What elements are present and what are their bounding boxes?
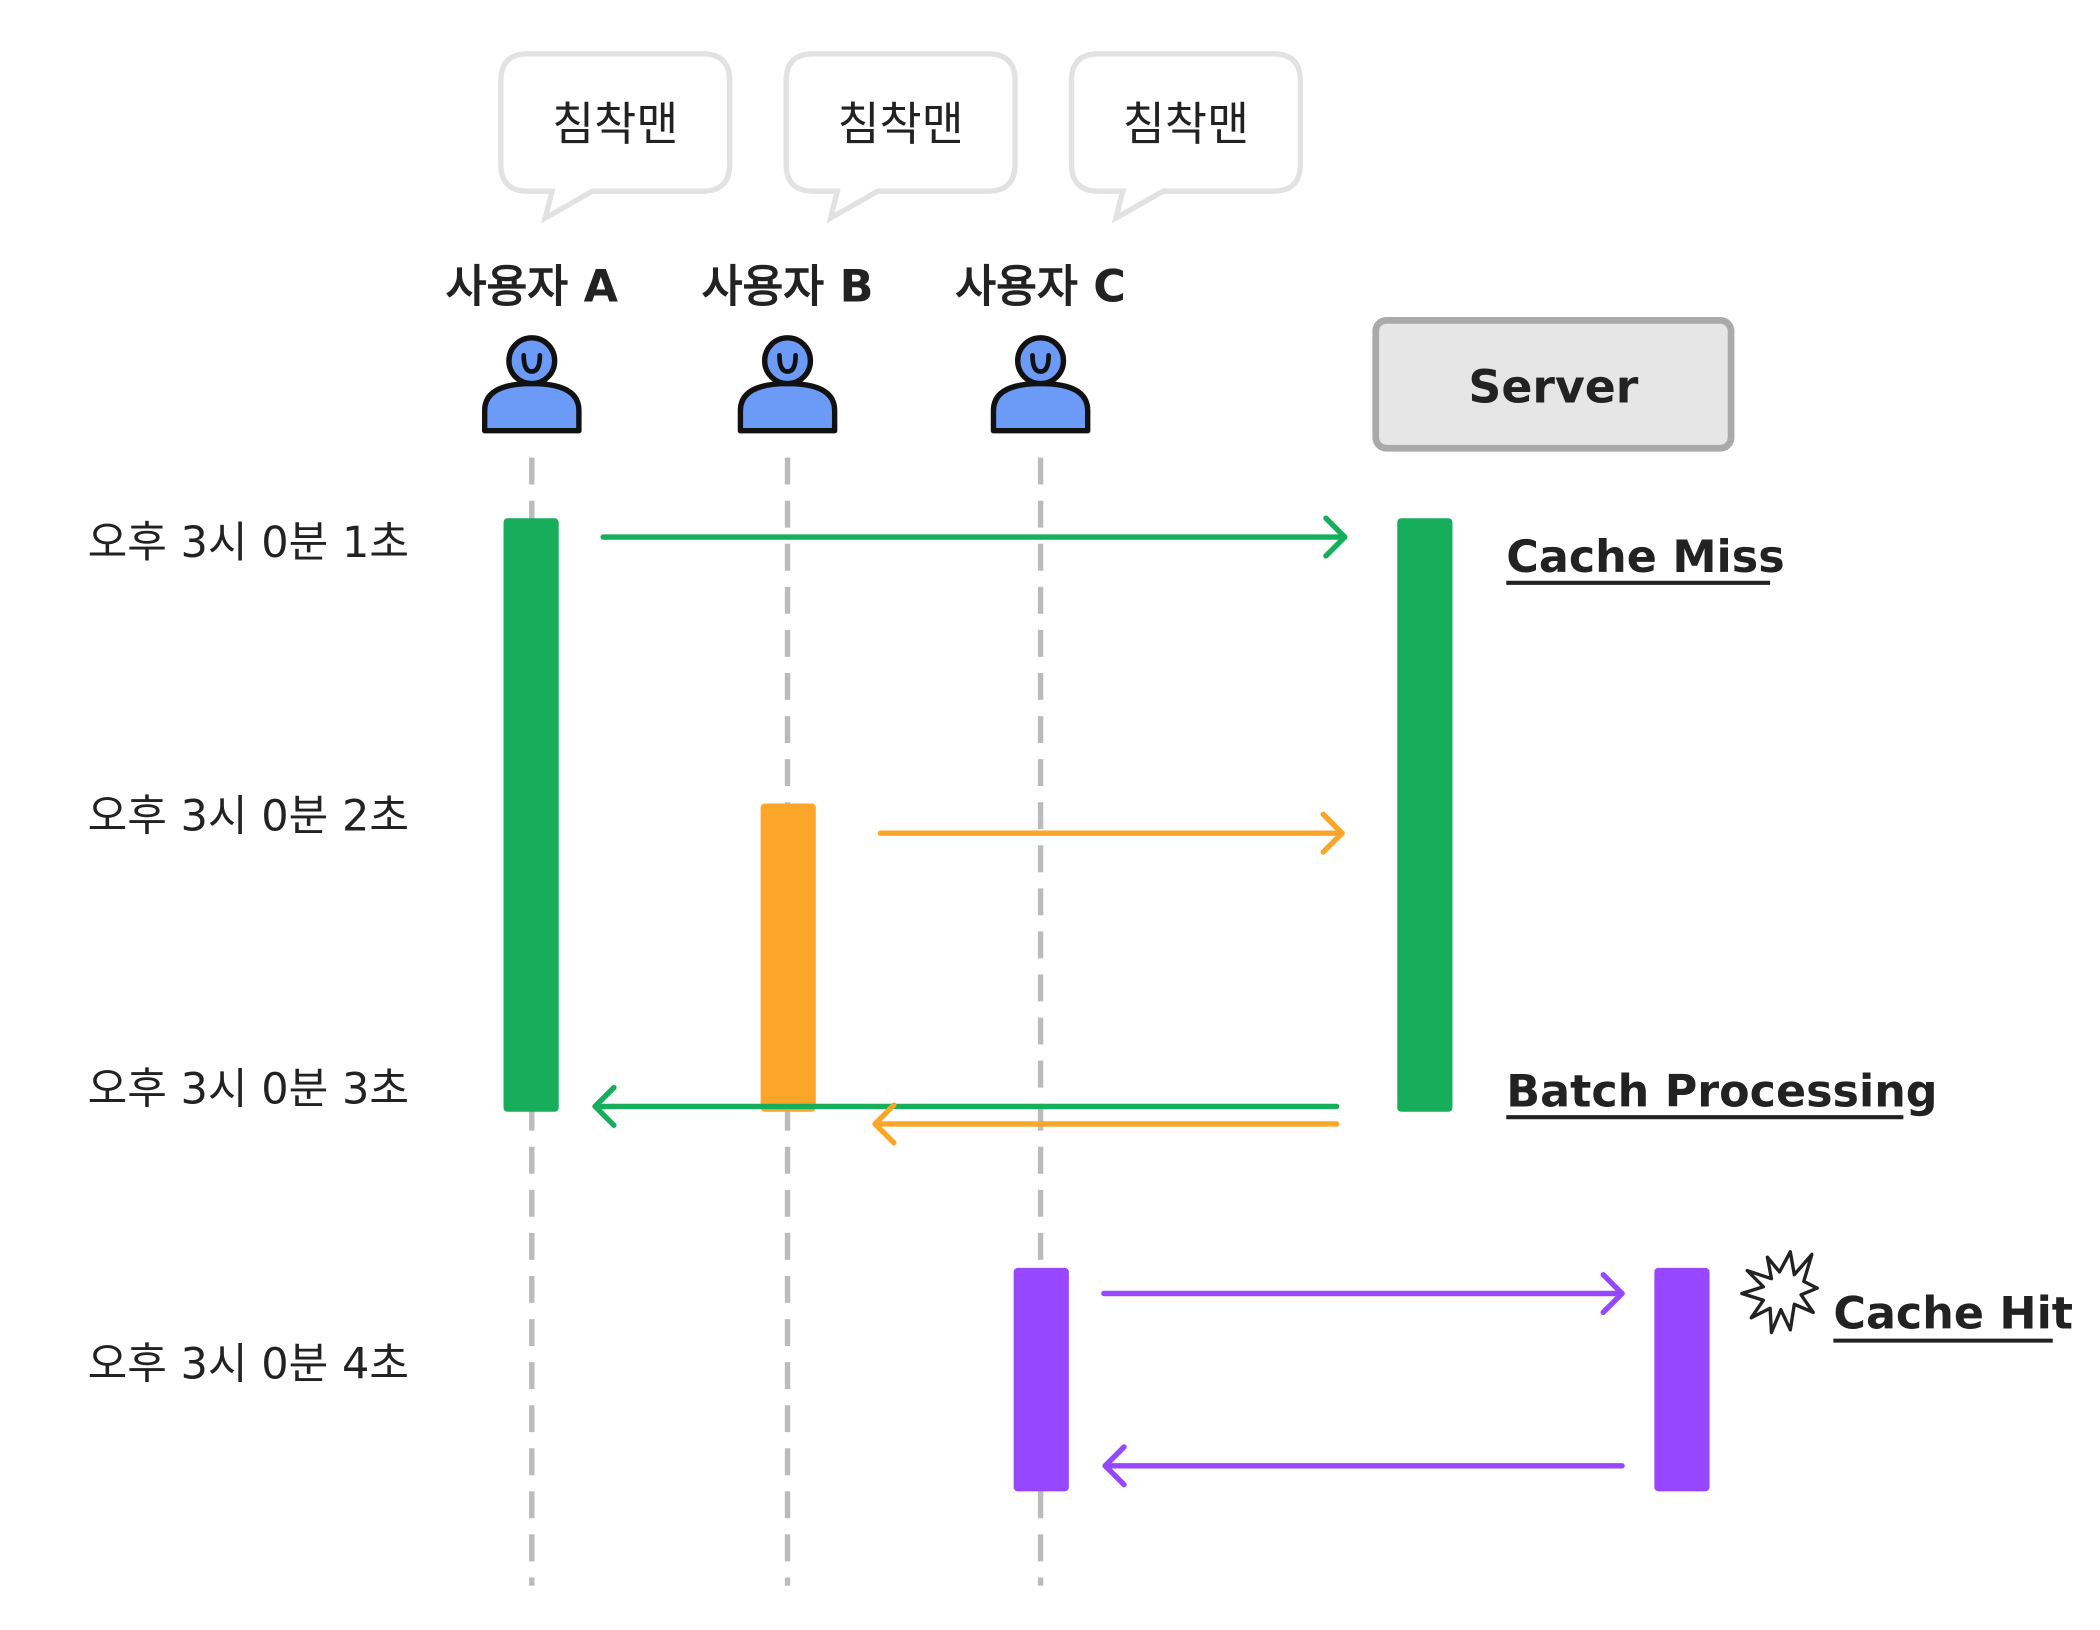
bubble-text: 침착맨 — [837, 98, 963, 151]
user-icon — [990, 335, 1091, 434]
actor-label-a: 사용자 A — [446, 262, 619, 313]
time-label: 오후 3시 0분 1초 — [88, 518, 409, 568]
time-label: 오후 3시 0분 4초 — [88, 1339, 409, 1389]
arrow-request-b — [877, 811, 1345, 855]
speech-bubble: 침착맨 — [1068, 51, 1304, 224]
arrow-response-b — [872, 1102, 1340, 1146]
actor-label-c: 사용자 C — [955, 262, 1126, 313]
arrow-response-a — [592, 1084, 1340, 1128]
user-icon — [737, 335, 838, 434]
activation-bar-server-c — [1654, 1267, 1710, 1492]
arrow-request-c — [1101, 1271, 1625, 1316]
activation-bar-b — [760, 803, 816, 1112]
bubble-text: 침착맨 — [1123, 98, 1249, 151]
actor-label-b: 사용자 B — [702, 262, 874, 313]
activation-bar-server-a — [1397, 518, 1453, 1112]
starburst-icon — [1740, 1250, 1819, 1335]
sequence-diagram: 침착맨 침착맨 침착맨 사용자 A 사용자 B 사용자 C Server 오후 … — [88, 51, 2073, 1586]
arrow-response-c — [1102, 1444, 1625, 1488]
speech-bubble: 침착맨 — [498, 51, 733, 224]
server-label: Server — [1468, 360, 1638, 413]
activation-bar-c — [1013, 1267, 1069, 1492]
cache-hit-label: Cache Hit — [1833, 1288, 2073, 1339]
time-label: 오후 3시 0분 3초 — [88, 1065, 409, 1115]
bubble-text: 침착맨 — [552, 98, 678, 151]
server-box: Server — [1372, 316, 1735, 452]
user-icon — [481, 335, 582, 434]
batch-processing-label: Batch Processing — [1506, 1066, 1937, 1117]
time-label: 오후 3시 0분 2초 — [88, 791, 409, 841]
arrow-request-a — [600, 515, 1348, 559]
speech-bubble: 침착맨 — [783, 51, 1018, 224]
cache-miss-label: Cache Miss — [1506, 532, 1784, 583]
activation-bar-a — [503, 518, 559, 1112]
